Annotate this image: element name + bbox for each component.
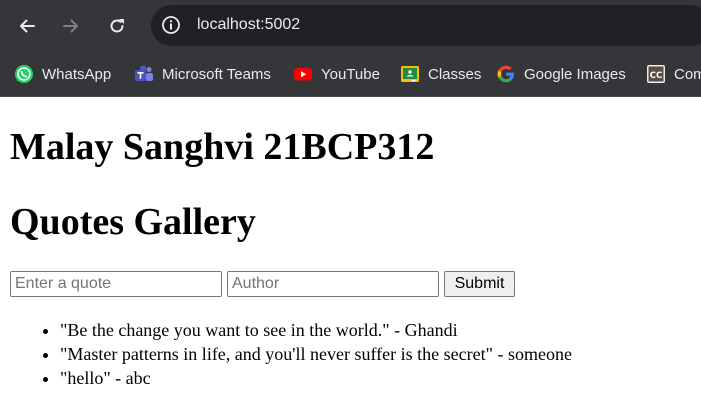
reload-button[interactable]: [101, 10, 133, 42]
quote-input[interactable]: [10, 271, 222, 297]
bookmark-classes[interactable]: Classes: [400, 62, 481, 86]
reload-icon: [110, 19, 124, 33]
quote-item: "Be the change you want to see in the wo…: [60, 318, 572, 342]
bookmark-whatsapp[interactable]: WhatsApp: [14, 62, 111, 86]
cc-icon: CC: [647, 65, 665, 83]
bookmark-com[interactable]: CC Com: [646, 62, 701, 86]
bookmark-label: YouTube: [321, 65, 380, 83]
google-icon: [497, 65, 514, 83]
info-icon[interactable]: [161, 15, 181, 35]
bookmark-youtube[interactable]: YouTube: [293, 62, 380, 86]
page-content: Malay Sanghvi 21BCP312 Quotes Gallery Su…: [0, 97, 701, 410]
svg-text:CC: CC: [650, 71, 662, 81]
arrow-left-icon: [20, 19, 35, 33]
classroom-icon: [401, 66, 419, 82]
bookmarks-bar: WhatsApp Microsoft Teams YouTube Classes: [0, 52, 701, 97]
whatsapp-icon: [15, 65, 33, 83]
page-title: Malay Sanghvi 21BCP312: [10, 126, 435, 168]
bookmark-teams[interactable]: Microsoft Teams: [134, 62, 271, 86]
author-input[interactable]: [227, 271, 439, 297]
bookmark-label: Com: [674, 65, 701, 83]
back-button[interactable]: [11, 10, 43, 42]
teams-icon: [135, 65, 153, 81]
submit-button[interactable]: Submit: [444, 271, 515, 297]
bookmark-label: Google Images: [524, 65, 626, 83]
bookmark-google-images[interactable]: Google Images: [496, 62, 626, 86]
forward-button[interactable]: [55, 10, 87, 42]
browser-toolbar: localhost:5002: [0, 0, 701, 52]
quotes-list: "Be the change you want to see in the wo…: [0, 318, 572, 390]
arrow-right-icon: [63, 19, 78, 33]
gallery-heading: Quotes Gallery: [10, 201, 256, 243]
youtube-icon: [294, 68, 312, 81]
bookmark-label: WhatsApp: [42, 65, 112, 83]
quote-item: "hello" - abc: [60, 366, 572, 390]
bookmark-label: Classes: [428, 65, 482, 83]
url-text: localhost:5002: [197, 16, 301, 33]
address-bar[interactable]: localhost:5002: [151, 5, 701, 46]
bookmark-label: Microsoft Teams: [162, 65, 271, 83]
quote-item: "Master patterns in life, and you'll nev…: [60, 342, 572, 366]
